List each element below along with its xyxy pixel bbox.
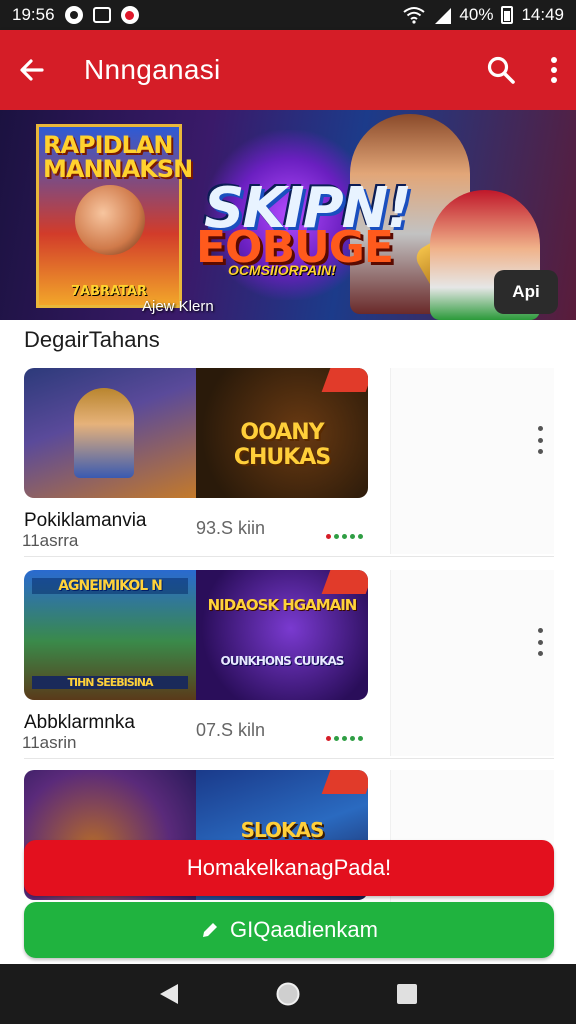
secondary-action-label: GIQaadienkam	[230, 917, 378, 942]
list-item[interactable]: OOANY CHUKAS Pokiklamanvia 11asrra 93.S …	[0, 368, 576, 558]
thumb-title: SLOKAS	[240, 818, 325, 842]
thumb-title: NIDAOSK HGAMAIN	[207, 596, 358, 614]
search-icon[interactable]	[486, 55, 516, 85]
item-subtitle: 11asrin	[22, 733, 77, 752]
thumb-ribbon	[321, 368, 368, 392]
item-menu-icon[interactable]	[533, 426, 547, 454]
pencil-icon	[203, 923, 218, 937]
item-menu-icon[interactable]	[533, 628, 547, 656]
api-badge[interactable]: Api	[494, 270, 558, 314]
item-thumbnail: OOANY CHUKAS	[24, 368, 368, 498]
status-time: 19:56	[12, 5, 55, 24]
status-bar: 19:56 40% 14:49	[0, 0, 576, 30]
banner-poster: RAPIDLAN MANNAKSN 7ABRATAR	[36, 124, 193, 308]
poster-title: RAPIDLAN MANNAKSN	[43, 131, 193, 183]
thumb-title: AGNEIMIKOL N	[32, 578, 188, 594]
system-nav-bar	[0, 964, 576, 1024]
status-clock: 14:49	[521, 5, 564, 24]
page-title: Nnnganasi	[84, 54, 221, 85]
item-size: 07.S kiln	[196, 720, 266, 740]
notification-icon	[64, 6, 83, 24]
thumb-character	[74, 388, 134, 478]
item-progress	[326, 736, 363, 741]
app-bar: Nnnganasi	[0, 30, 576, 110]
thumb-title: OOANY CHUKAS	[233, 420, 331, 470]
item-name: Abbklarmnka	[24, 712, 135, 733]
item-progress	[326, 534, 363, 539]
thumb-right: OOANY CHUKAS	[196, 368, 368, 498]
item-subtitle: 11asrra	[22, 531, 79, 550]
nav-recents-icon[interactable]	[396, 983, 418, 1005]
battery-icon	[501, 6, 514, 24]
overflow-menu-icon[interactable]	[550, 56, 558, 84]
item-side-panel	[390, 570, 554, 756]
primary-action-button[interactable]: HomakelkanagPada!	[24, 840, 554, 896]
item-divider	[24, 758, 554, 759]
thumb-ribbon	[321, 570, 368, 594]
item-thumbnail: AGNEIMIKOL N TIHN SEEBISINA NIDAOSK HGAM…	[24, 570, 368, 700]
featured-banner[interactable]: RAPIDLAN MANNAKSN 7ABRATAR SKIPN! EOBUGE…	[0, 110, 576, 320]
poster-subtitle: 7ABRATAR	[70, 284, 147, 299]
gallery-icon	[92, 7, 111, 23]
item-name: Pokiklamanvia	[24, 510, 147, 531]
thumb-right: NIDAOSK HGAMAIN OUNKHONS CUUKAS	[196, 570, 368, 700]
item-side-panel	[390, 368, 554, 554]
signal-icon	[435, 8, 452, 24]
section-title: DegairTahans	[24, 327, 160, 352]
back-arrow-icon[interactable]	[18, 56, 46, 84]
poster-character	[75, 185, 145, 255]
thumb-left	[24, 368, 196, 498]
thumb-ribbon	[321, 770, 368, 794]
nav-home-icon[interactable]	[275, 981, 301, 1007]
item-size: 93.S kiin	[196, 518, 266, 538]
thumb-subtitle: OUNKHONS CUUKAS	[220, 654, 345, 668]
banner-caption: Ajew Klern	[142, 298, 214, 315]
record-icon	[120, 6, 139, 24]
wifi-icon	[403, 7, 426, 24]
secondary-action-button[interactable]: GIQaadienkam	[24, 902, 554, 958]
thumb-left: AGNEIMIKOL N TIHN SEEBISINA	[24, 570, 196, 700]
item-divider	[24, 556, 554, 557]
battery-percent: 40%	[459, 5, 494, 24]
app-screen: 19:56 40% 14:49 Nnnganasi RAPIDLAN MANNA…	[0, 0, 576, 1024]
thumb-subtitle: TIHN SEEBISINA	[32, 676, 188, 689]
list-item[interactable]: AGNEIMIKOL N TIHN SEEBISINA NIDAOSK HGAM…	[0, 570, 576, 760]
nav-back-icon[interactable]	[158, 982, 180, 1006]
banner-tagline: OCMSIIORPAIN!	[228, 262, 336, 278]
